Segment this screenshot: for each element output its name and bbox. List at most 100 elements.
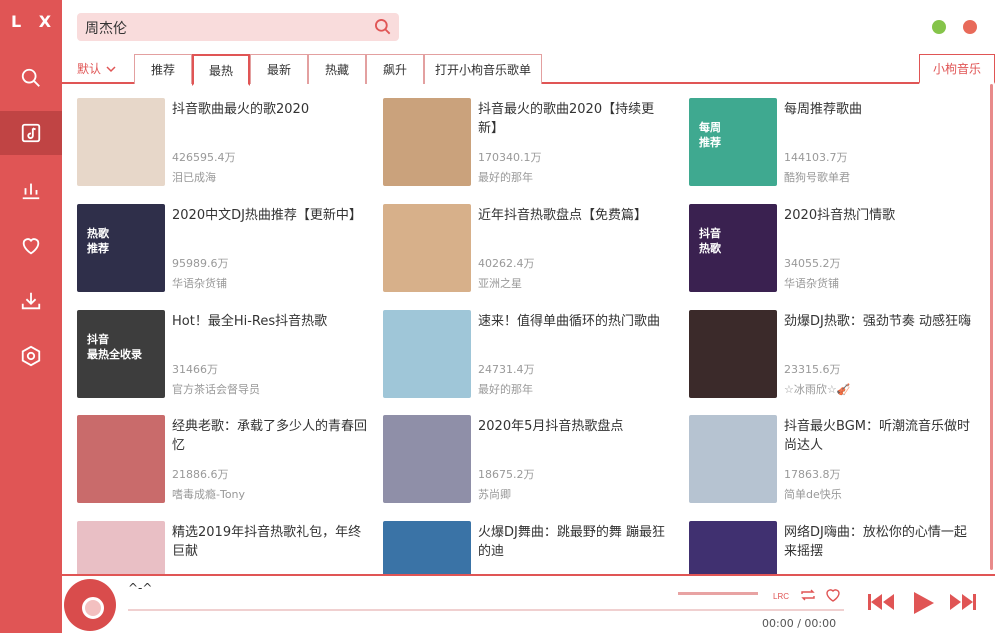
playlist-card[interactable]: 精选2019年抖音热歌礼包，年终巨献 — [77, 521, 367, 574]
playlist-title[interactable]: 抖音最火BGM：听潮流音乐做时尚达人 — [784, 417, 979, 455]
playlist-title[interactable]: 2020年5月抖音热歌盘点 — [478, 417, 673, 436]
playlist-title[interactable]: 速来！值得单曲循环的热门歌曲 — [478, 312, 673, 331]
nav-favorites[interactable] — [0, 224, 62, 268]
playlist-cover[interactable]: 热歌 推荐 — [77, 204, 165, 292]
playlist-cover[interactable] — [383, 310, 471, 398]
playlist-card[interactable]: 劲爆DJ热歌：强劲节奏 动感狂嗨 23315.6万 ☆冰雨欣☆🎻 — [689, 310, 979, 402]
nav-leaderboard[interactable] — [0, 168, 62, 212]
tab-label: 最热 — [208, 63, 233, 78]
playlist-title[interactable]: 抖音歌曲最火的歌2020 — [172, 100, 367, 119]
comment-icon[interactable] — [824, 586, 842, 604]
playlist-card[interactable]: 抖音最火的歌曲2020【持续更新】 170340.1万 最好的那年 — [383, 98, 673, 190]
search-value: 周杰伦 — [85, 21, 127, 37]
play-count: 34055.2万 — [784, 257, 841, 270]
playlist-card[interactable]: 2020年5月抖音热歌盘点 18675.2万 苏尚卿 — [383, 415, 673, 507]
playlist-title[interactable]: 每周推荐歌曲 — [784, 100, 979, 119]
track-title: ^-^ — [128, 581, 153, 595]
playlist-author: 酷狗号歌单君 — [784, 171, 850, 184]
playlist-cover[interactable]: 抖音 热歌 — [689, 204, 777, 292]
scrollbar[interactable] — [990, 84, 993, 570]
progress-bar[interactable] — [128, 609, 844, 611]
search-icon — [21, 68, 40, 87]
playlist-card[interactable]: 抖音 最热全收录 Hot！最全Hi-Res抖音热歌 31466万 官方茶话会督导员 — [77, 310, 367, 402]
playlist-cover[interactable] — [383, 415, 471, 503]
playlist-card[interactable]: 热歌 推荐 2020中文DJ热曲推荐【更新中】 95989.6万 华语杂货铺 — [77, 204, 367, 296]
play-count: 18675.2万 — [478, 468, 535, 481]
playlist-card[interactable]: 抖音歌曲最火的歌2020 426595.4万 泪已成海 — [77, 98, 367, 190]
tab-newest[interactable]: 最新 — [250, 54, 308, 84]
playlist-title[interactable]: 2020中文DJ热曲推荐【更新中】 — [172, 206, 367, 225]
nav-settings[interactable] — [0, 334, 62, 378]
album-disc[interactable] — [64, 579, 116, 631]
sort-select-value: 默认 — [77, 62, 102, 76]
playlist-cover[interactable] — [689, 415, 777, 503]
search-icon[interactable] — [373, 17, 393, 37]
tab-label: 飙升 — [382, 63, 407, 77]
playlist-author: 最好的那年 — [478, 383, 533, 396]
tab-label: 推荐 — [150, 63, 175, 77]
lyrics-icon[interactable]: LRC — [772, 586, 790, 604]
player-bar: ^-^ LRC 00:00 / 00:00 — [62, 574, 995, 633]
tab-hottest[interactable]: 最热 — [192, 54, 250, 86]
playlist-cover[interactable] — [77, 415, 165, 503]
playlist-cover[interactable] — [689, 521, 777, 574]
playlist-title[interactable]: 抖音最火的歌曲2020【持续更新】 — [478, 100, 673, 138]
playlist-card[interactable]: 抖音最火BGM：听潮流音乐做时尚达人 17863.8万 简单de快乐 — [689, 415, 979, 507]
search-input[interactable]: 周杰伦 — [77, 13, 399, 41]
playlist-author: 泪已成海 — [172, 171, 216, 184]
playlist-title[interactable]: 火爆DJ舞曲：跳最野的舞 蹦最狂的迪 — [478, 523, 673, 561]
playlist-cover[interactable] — [77, 521, 165, 574]
time-display: 00:00 / 00:00 — [762, 617, 837, 630]
top-bar: 周杰伦 — [62, 0, 995, 54]
playlist-title[interactable]: 劲爆DJ热歌：强劲节奏 动感狂嗨 — [784, 312, 979, 331]
play-icon[interactable] — [910, 590, 936, 616]
tab-open-playlist[interactable]: 打开小枸音乐歌单 — [424, 54, 542, 84]
playlist-title[interactable]: Hot！最全Hi-Res抖音热歌 — [172, 312, 367, 331]
playlist-card[interactable]: 每周 推荐 每周推荐歌曲 144103.7万 酷狗号歌单君 — [689, 98, 979, 190]
playlist-cover[interactable] — [77, 98, 165, 186]
tab-label: 最新 — [266, 63, 291, 77]
nav-songlist[interactable] — [0, 111, 62, 155]
playlist-author: ☆冰雨欣☆🎻 — [784, 383, 851, 396]
playlist-cover[interactable] — [689, 310, 777, 398]
lyrics-label: LRC — [773, 592, 789, 601]
next-icon[interactable] — [948, 592, 978, 612]
playlist-title[interactable]: 2020抖音热门情歌 — [784, 206, 979, 225]
playlist-title[interactable]: 近年抖音热歌盘点【免费篇】 — [478, 206, 673, 225]
playlist-title[interactable]: 网络DJ嗨曲：放松你的心情一起来摇摆 — [784, 523, 979, 561]
tab-label: 热藏 — [324, 63, 349, 77]
tab-rising[interactable]: 飙升 — [366, 54, 424, 84]
playlist-cover[interactable]: 抖音 最热全收录 — [77, 310, 165, 398]
play-count: 426595.4万 — [172, 151, 236, 164]
settings-icon — [21, 345, 41, 367]
volume-slider[interactable] — [678, 592, 758, 595]
playlist-cover[interactable]: 每周 推荐 — [689, 98, 777, 186]
play-count: 40262.4万 — [478, 257, 535, 270]
close-button[interactable] — [963, 20, 977, 34]
playlist-card[interactable]: 速来！值得单曲循环的热门歌曲 24731.4万 最好的那年 — [383, 310, 673, 402]
bar-chart-icon — [22, 183, 40, 200]
playlist-card[interactable]: 火爆DJ舞曲：跳最野的舞 蹦最狂的迪 — [383, 521, 673, 574]
playlist-card[interactable]: 抖音 热歌 2020抖音热门情歌 34055.2万 华语杂货铺 — [689, 204, 979, 296]
previous-icon[interactable] — [866, 592, 896, 612]
app-logo: L X — [10, 12, 58, 31]
tab-hot-collect[interactable]: 热藏 — [308, 54, 366, 84]
playlist-title[interactable]: 精选2019年抖音热歌礼包，年终巨献 — [172, 523, 367, 561]
cover-label: 抖音 最热全收录 — [87, 333, 142, 361]
playlist-card[interactable]: 近年抖音热歌盘点【免费篇】 40262.4万 亚洲之星 — [383, 204, 673, 296]
tab-recommend[interactable]: 推荐 — [134, 54, 192, 84]
repeat-icon[interactable] — [799, 586, 817, 604]
source-tab[interactable]: 小枸音乐 — [919, 54, 995, 84]
heart-icon — [22, 238, 40, 255]
playlist-title[interactable]: 经典老歌：承载了多少人的青春回忆 — [172, 417, 367, 455]
playlist-cover[interactable] — [383, 521, 471, 574]
minimize-button[interactable] — [932, 20, 946, 34]
nav-download[interactable] — [0, 279, 62, 323]
play-count: 17863.8万 — [784, 468, 841, 481]
playlist-cover[interactable] — [383, 98, 471, 186]
nav-search[interactable] — [0, 56, 62, 100]
playlist-card[interactable]: 经典老歌：承载了多少人的青春回忆 21886.6万 嗜毒成瘾-Tony — [77, 415, 367, 507]
playlist-card[interactable]: 网络DJ嗨曲：放松你的心情一起来摇摆 — [689, 521, 979, 574]
playlist-cover[interactable] — [383, 204, 471, 292]
sort-select[interactable]: 默认 — [77, 60, 117, 77]
